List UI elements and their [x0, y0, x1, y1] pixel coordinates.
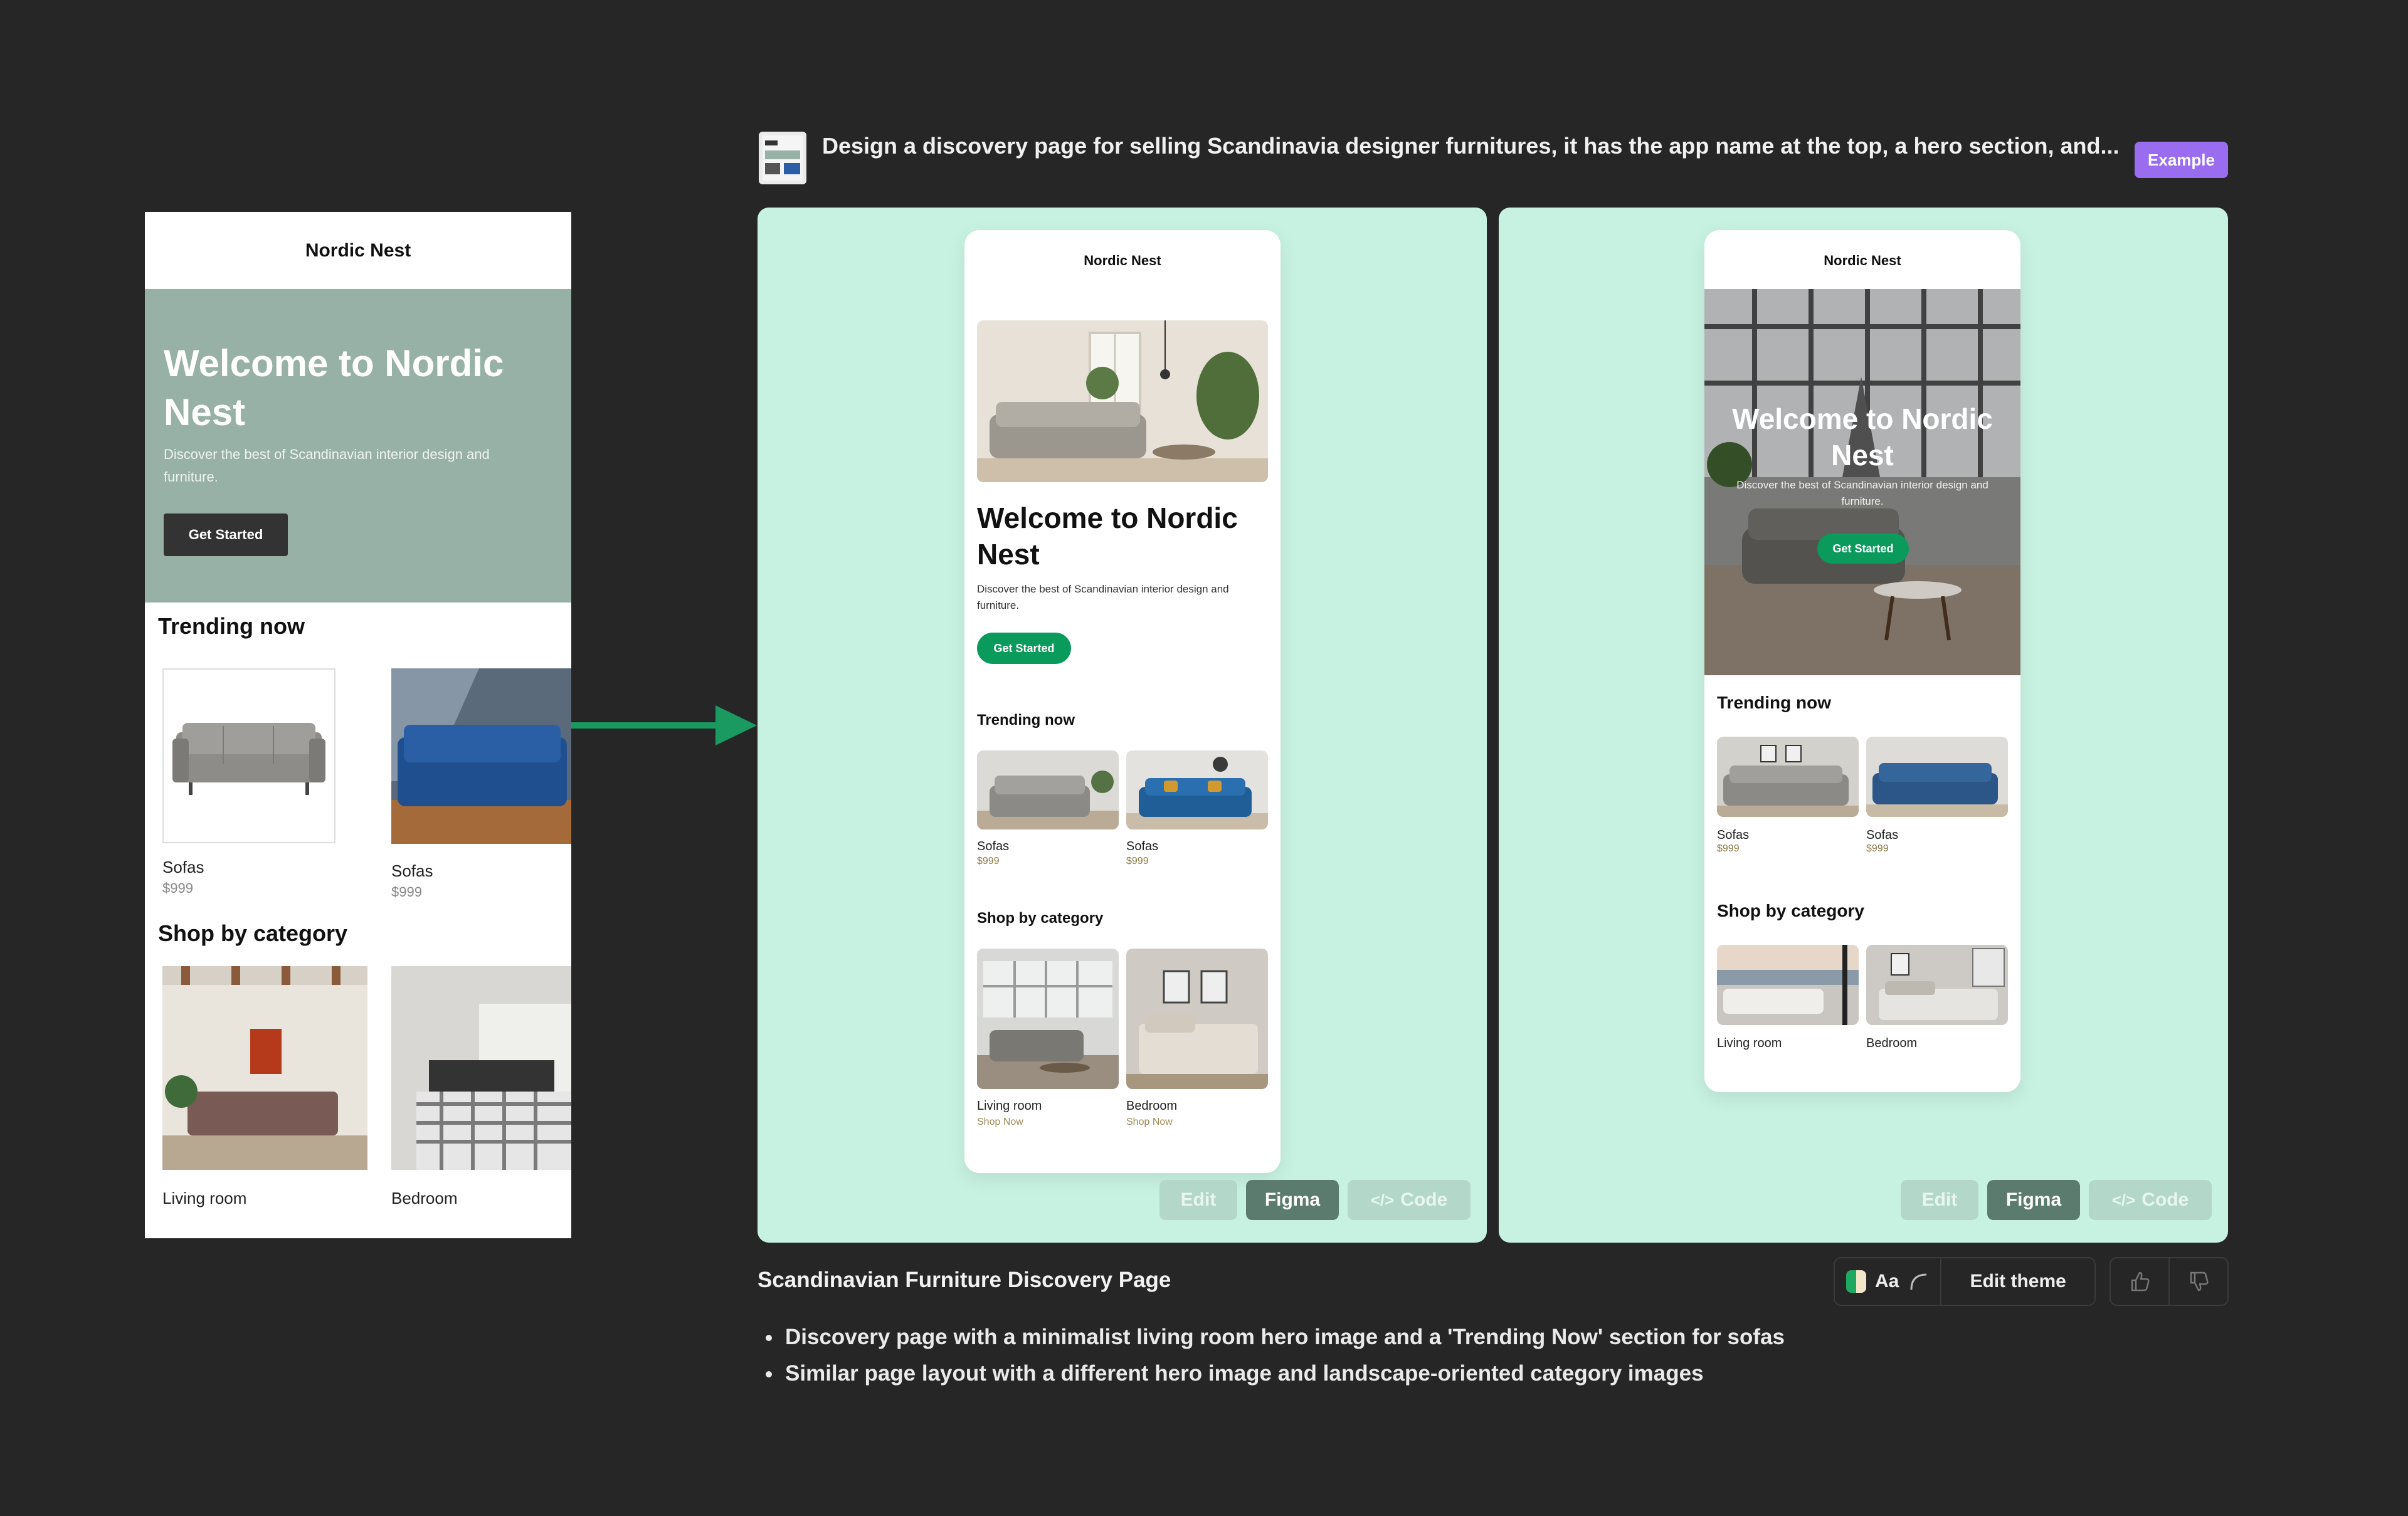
palette-swatch-icon: [1846, 1270, 1866, 1293]
variant-1-hero-title: Welcome to Nordic Nest: [977, 502, 1238, 571]
variant-2-get-started-button[interactable]: Get Started: [1817, 534, 1909, 564]
prompt-thumbnail: [759, 132, 806, 184]
variant-2-hero-subtitle: Discover the best of Scandinavian interi…: [1736, 479, 1988, 507]
variant-2-trending-heading: Trending now: [1717, 693, 1831, 712]
result-bullets: Discovery page with a minimalist living …: [758, 1319, 2200, 1392]
variant-2-actions: Edit Figma </> Code: [1901, 1180, 2212, 1220]
variant-1-get-started-button[interactable]: Get Started: [977, 633, 1071, 664]
variant-panel-1[interactable]: Nordic Nest Welcome to Nordic Nest Disco…: [758, 208, 1487, 1243]
source-bedroom-image: [391, 966, 571, 1170]
source-mockup: Nordic Nest Welcome to Nordic Nest Disco…: [145, 212, 571, 1238]
variant-2-category-label-1: Living room: [1717, 1036, 1782, 1050]
variant-1-actions: Edit Figma </> Code: [1159, 1180, 1471, 1220]
variant-1-category-heading: Shop by category: [977, 910, 1104, 927]
arrow-right-icon: [571, 705, 757, 745]
variant-1-category-label-1: Living room: [977, 1099, 1042, 1113]
source-hero-title: Welcome to Nordic Nest: [164, 342, 504, 433]
example-badge: Example: [2135, 142, 2228, 178]
variant-1-bedroom-image: [1126, 949, 1268, 1089]
thumbs-down-button[interactable]: [2170, 1258, 2227, 1305]
variant-2-hero-title: Welcome to Nordic Nest: [1732, 403, 1993, 471]
variant-1-category-label-2: Bedroom: [1126, 1099, 1178, 1113]
variant-1-code-label: Code: [1400, 1189, 1448, 1210]
variant-2-edit-button[interactable]: Edit: [1901, 1180, 1978, 1220]
thumbs-up-icon: [2131, 1271, 2150, 1292]
variant-1-phone: Nordic Nest Welcome to Nordic Nest Disco…: [964, 230, 1281, 1173]
variant-2-code-button[interactable]: </> Code: [2089, 1180, 2212, 1220]
prompt-text: Design a discovery page for selling Scan…: [822, 133, 2120, 159]
feedback-toolbar: [2110, 1257, 2229, 1306]
variant-2-trending-image-2: [1866, 737, 2008, 817]
variant-2-category-heading: Shop by category: [1717, 901, 1864, 920]
variant-2-code-label: Code: [2141, 1189, 2189, 1210]
thumbs-up-button[interactable]: [2111, 1258, 2170, 1305]
thumbs-down-icon: [2190, 1271, 2209, 1292]
variant-2-category-label-2: Bedroom: [1866, 1036, 1918, 1050]
source-trending-price-2: $999: [391, 884, 422, 900]
source-category-label-2: Bedroom: [391, 1189, 458, 1208]
result-title: Scandinavian Furniture Discovery Page: [758, 1268, 1171, 1292]
code-icon: </>: [2111, 1190, 2136, 1209]
variant-1-hero-image: [977, 320, 1268, 482]
variant-1-hero-subtitle: Discover the best of Scandinavian interi…: [977, 583, 1229, 611]
variant-1-figma-button[interactable]: Figma: [1246, 1180, 1339, 1220]
variant-1-trending-image-2: [1126, 750, 1268, 829]
source-trending-label-2: Sofas: [391, 861, 433, 880]
variant-1-trending-image-1: [977, 750, 1119, 829]
variant-1-code-button[interactable]: </> Code: [1348, 1180, 1471, 1220]
variant-1-shop-now-link-2[interactable]: Shop Now: [1126, 1117, 1173, 1128]
edit-theme-button[interactable]: Edit theme: [1941, 1271, 2094, 1292]
variant-2-figma-button[interactable]: Figma: [1987, 1180, 2080, 1220]
variant-2-trending-label-1: Sofas: [1717, 828, 1750, 842]
result-bullet-2: Similar page layout with a different her…: [783, 1355, 2200, 1392]
variant-2-trending-price-1: $999: [1717, 843, 1740, 854]
variant-1-shop-now-link-1[interactable]: Shop Now: [977, 1117, 1023, 1128]
source-trending-price-1: $999: [162, 880, 193, 896]
variant-2-bedroom-image: [1866, 945, 2008, 1025]
variant-2-trending-image-1: [1717, 737, 1859, 817]
theme-toolbar: Aa Edit theme: [1834, 1257, 2096, 1306]
variant-1-trending-label-1: Sofas: [977, 840, 1010, 853]
variant-1-trending-label-2: Sofas: [1126, 840, 1159, 853]
source-category-label-1: Living room: [162, 1189, 247, 1208]
theme-picker[interactable]: Aa: [1835, 1258, 1942, 1305]
source-living-room-image: [162, 966, 367, 1170]
code-icon: </>: [1370, 1190, 1395, 1209]
variant-1-app-name: Nordic Nest: [1084, 253, 1161, 268]
source-sofa-image-2: [391, 668, 571, 844]
variant-2-trending-label-2: Sofas: [1866, 828, 1899, 842]
source-sofa-image-1: [162, 668, 335, 843]
source-category-heading: Shop by category: [158, 920, 348, 946]
source-hero: Welcome to Nordic Nest Discover the best…: [145, 289, 571, 603]
variant-1-trending-heading: Trending now: [977, 712, 1075, 729]
variant-1-trending-price-2: $999: [1126, 856, 1149, 866]
variant-1-edit-button[interactable]: Edit: [1159, 1180, 1237, 1220]
variant-2-trending-price-2: $999: [1866, 843, 1889, 854]
variant-1-living-room-image: [977, 949, 1119, 1089]
font-style-label: Aa: [1875, 1271, 1899, 1292]
corner-radius-icon: [1910, 1273, 1927, 1290]
result-bullet-1: Discovery page with a minimalist living …: [783, 1319, 2200, 1355]
source-hero-subtitle: Discover the best of Scandinavian interi…: [164, 446, 490, 485]
variant-1-trending-price-1: $999: [977, 856, 1000, 866]
source-app-name: Nordic Nest: [305, 240, 411, 261]
variant-panel-2[interactable]: Nordic Nest Welcome to Nordic Nest Disco…: [1499, 208, 2228, 1243]
source-trending-label-1: Sofas: [162, 858, 204, 876]
variant-2-app-name: Nordic Nest: [1824, 253, 1901, 268]
variant-2-phone: Nordic Nest Welcome to Nordic Nest Disco…: [1704, 230, 2020, 1092]
source-trending-heading: Trending now: [158, 613, 305, 639]
variant-2-living-room-image: [1717, 945, 1859, 1025]
source-get-started-button[interactable]: Get Started: [164, 513, 288, 556]
